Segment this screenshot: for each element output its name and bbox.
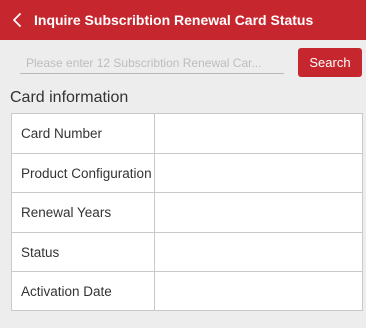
status-label: Status [11, 232, 155, 272]
card-number-input[interactable] [20, 52, 284, 74]
table-row: Activation Date [11, 271, 364, 311]
table-row: Status [11, 232, 364, 272]
card-information-table: Card Number Product Configuration Renewa… [11, 113, 364, 311]
back-button[interactable] [0, 0, 34, 40]
search-button[interactable]: Search [298, 48, 362, 77]
status-value [153, 232, 364, 272]
table-row: Product Configuration [11, 153, 364, 193]
renewal-years-value [153, 192, 364, 233]
renewal-years-label: Renewal Years [11, 192, 155, 233]
chevron-left-icon [12, 12, 22, 28]
table-row: Card Number [11, 113, 364, 154]
product-configuration-value [153, 153, 364, 193]
table-row: Renewal Years [11, 192, 364, 233]
search-bar: Search [0, 40, 366, 84]
activation-date-label: Activation Date [11, 271, 155, 311]
card-number-label: Card Number [11, 113, 155, 154]
title-bar: Inquire Subscribtion Renewal Card Status [0, 0, 366, 40]
card-number-value [153, 113, 364, 154]
product-configuration-label: Product Configuration [11, 153, 155, 193]
card-information-heading: Card information [10, 89, 129, 106]
activation-date-value [153, 271, 364, 311]
page-title: Inquire Subscribtion Renewal Card Status [34, 12, 314, 28]
